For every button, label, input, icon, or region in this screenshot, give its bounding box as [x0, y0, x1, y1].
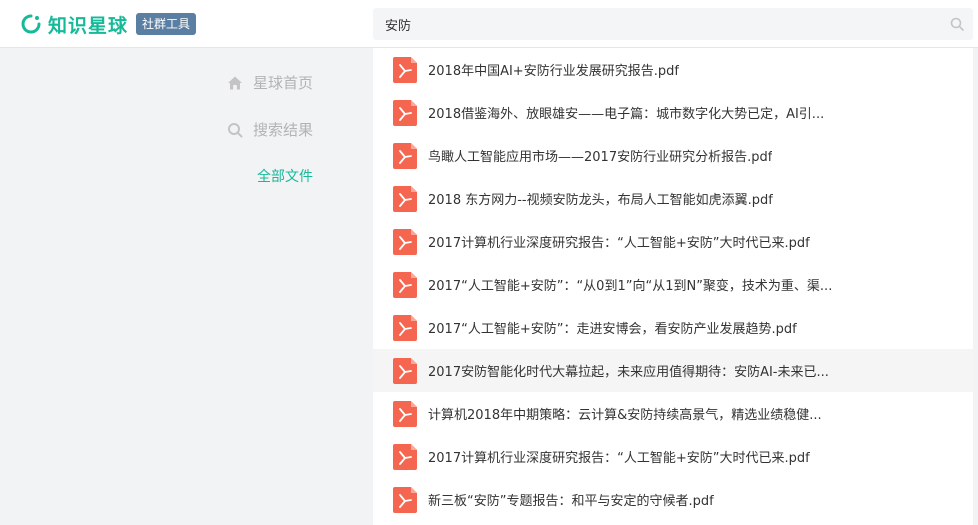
search-icon[interactable]	[950, 17, 964, 31]
search-icon	[227, 122, 243, 137]
pdf-file-icon	[393, 271, 417, 298]
sidebar-item-search-results[interactable]: 搜索结果	[227, 119, 313, 140]
top-header: 知识星球 社群工具	[0, 0, 978, 48]
file-title: 2018 东方网力--视频安防龙头，布局人工智能如虎添翼.pdf	[428, 193, 773, 208]
pdf-file-icon	[393, 228, 417, 255]
file-row[interactable]: 计算机2018年中期策略：云计算&安防持续高景气，精选业绩稳健...	[373, 392, 973, 435]
sidebar-item-label: 星球首页	[252, 74, 313, 92]
pdf-file-icon	[393, 486, 417, 513]
pdf-file-icon	[393, 185, 417, 212]
logo-text: 知识星球	[48, 14, 129, 37]
pdf-file-icon	[393, 56, 417, 83]
search-input[interactable]	[373, 8, 957, 40]
pdf-file-icon	[393, 99, 417, 126]
pdf-file-icon	[393, 357, 417, 384]
pdf-file-icon	[393, 142, 417, 169]
file-row[interactable]: 2017计算机行业深度研究报告：“人工智能+安防”大时代已来.pdf	[373, 435, 973, 478]
sidebar-item-label: 全部文件	[257, 169, 313, 185]
logo-icon	[21, 14, 41, 34]
file-title: 2018借鉴海外、放眼雄安——电子篇：城市数字化大势已定，AI引...	[428, 107, 825, 122]
sidebar: 星球首页 搜索结果 全部文件	[0, 48, 373, 525]
file-row[interactable]: 新三板“安防”专题报告：和平与安定的守候者.pdf	[373, 478, 973, 521]
file-row[interactable]: 2018借鉴海外、放眼雄安——电子篇：城市数字化大势已定，AI引...	[373, 91, 973, 134]
file-title: 2017计算机行业深度研究报告：“人工智能+安防”大时代已来.pdf	[428, 236, 810, 251]
file-title: 2018年中国AI+安防行业发展研究报告.pdf	[428, 64, 679, 79]
logo[interactable]: 知识星球 社群工具	[20, 10, 197, 38]
file-title: 2017计算机行业深度研究报告：“人工智能+安防”大时代已来.pdf	[428, 451, 810, 466]
pdf-file-icon	[393, 443, 417, 470]
file-row[interactable]: 2017“人工智能+安防”：“从0到1”向“从1到N”聚变，技术为重、渠...	[373, 263, 973, 306]
sidebar-item-label: 搜索结果	[252, 121, 313, 139]
file-title: 计算机2018年中期策略：云计算&安防持续高景气，精选业绩稳健...	[428, 408, 822, 423]
file-row[interactable]: 2018 东方网力--视频安防龙头，布局人工智能如虎添翼.pdf	[373, 177, 973, 220]
file-row[interactable]: 2017“人工智能+安防”：走进安博会，看安防产业发展趋势.pdf	[373, 306, 973, 349]
file-title: 鸟瞰人工智能应用市场——2017安防行业研究分析报告.pdf	[428, 150, 773, 165]
file-title: 新三板“安防”专题报告：和平与安定的守候者.pdf	[428, 494, 714, 509]
file-title: 2017安防智能化时代大幕拉起，未来应用值得期待：安防AI-未来已...	[428, 365, 829, 380]
home-icon	[227, 76, 242, 89]
file-row[interactable]: 2017计算机行业深度研究报告：“人工智能+安防”大时代已来.pdf	[373, 220, 973, 263]
sidebar-item-all-files[interactable]: 全部文件	[257, 166, 313, 186]
pdf-file-icon	[393, 314, 417, 341]
file-list: 2018年中国AI+安防行业发展研究报告.pdf 2018借鉴海外、放眼雄安——…	[373, 48, 973, 525]
search-box	[373, 8, 973, 40]
file-title: 2017“人工智能+安防”：走进安博会，看安防产业发展趋势.pdf	[428, 322, 797, 337]
file-row[interactable]: 2017安防智能化时代大幕拉起，未来应用值得期待：安防AI-未来已...	[373, 349, 973, 392]
file-row[interactable]: 2018年中国AI+安防行业发展研究报告.pdf	[373, 48, 973, 91]
pdf-file-icon	[393, 400, 417, 427]
file-row[interactable]: 鸟瞰人工智能应用市场——2017安防行业研究分析报告.pdf	[373, 134, 973, 177]
file-title: 2017“人工智能+安防”：“从0到1”向“从1到N”聚变，技术为重、渠...	[428, 279, 833, 294]
community-tools-badge: 社群工具	[136, 13, 197, 35]
sidebar-item-home[interactable]: 星球首页	[227, 72, 313, 93]
